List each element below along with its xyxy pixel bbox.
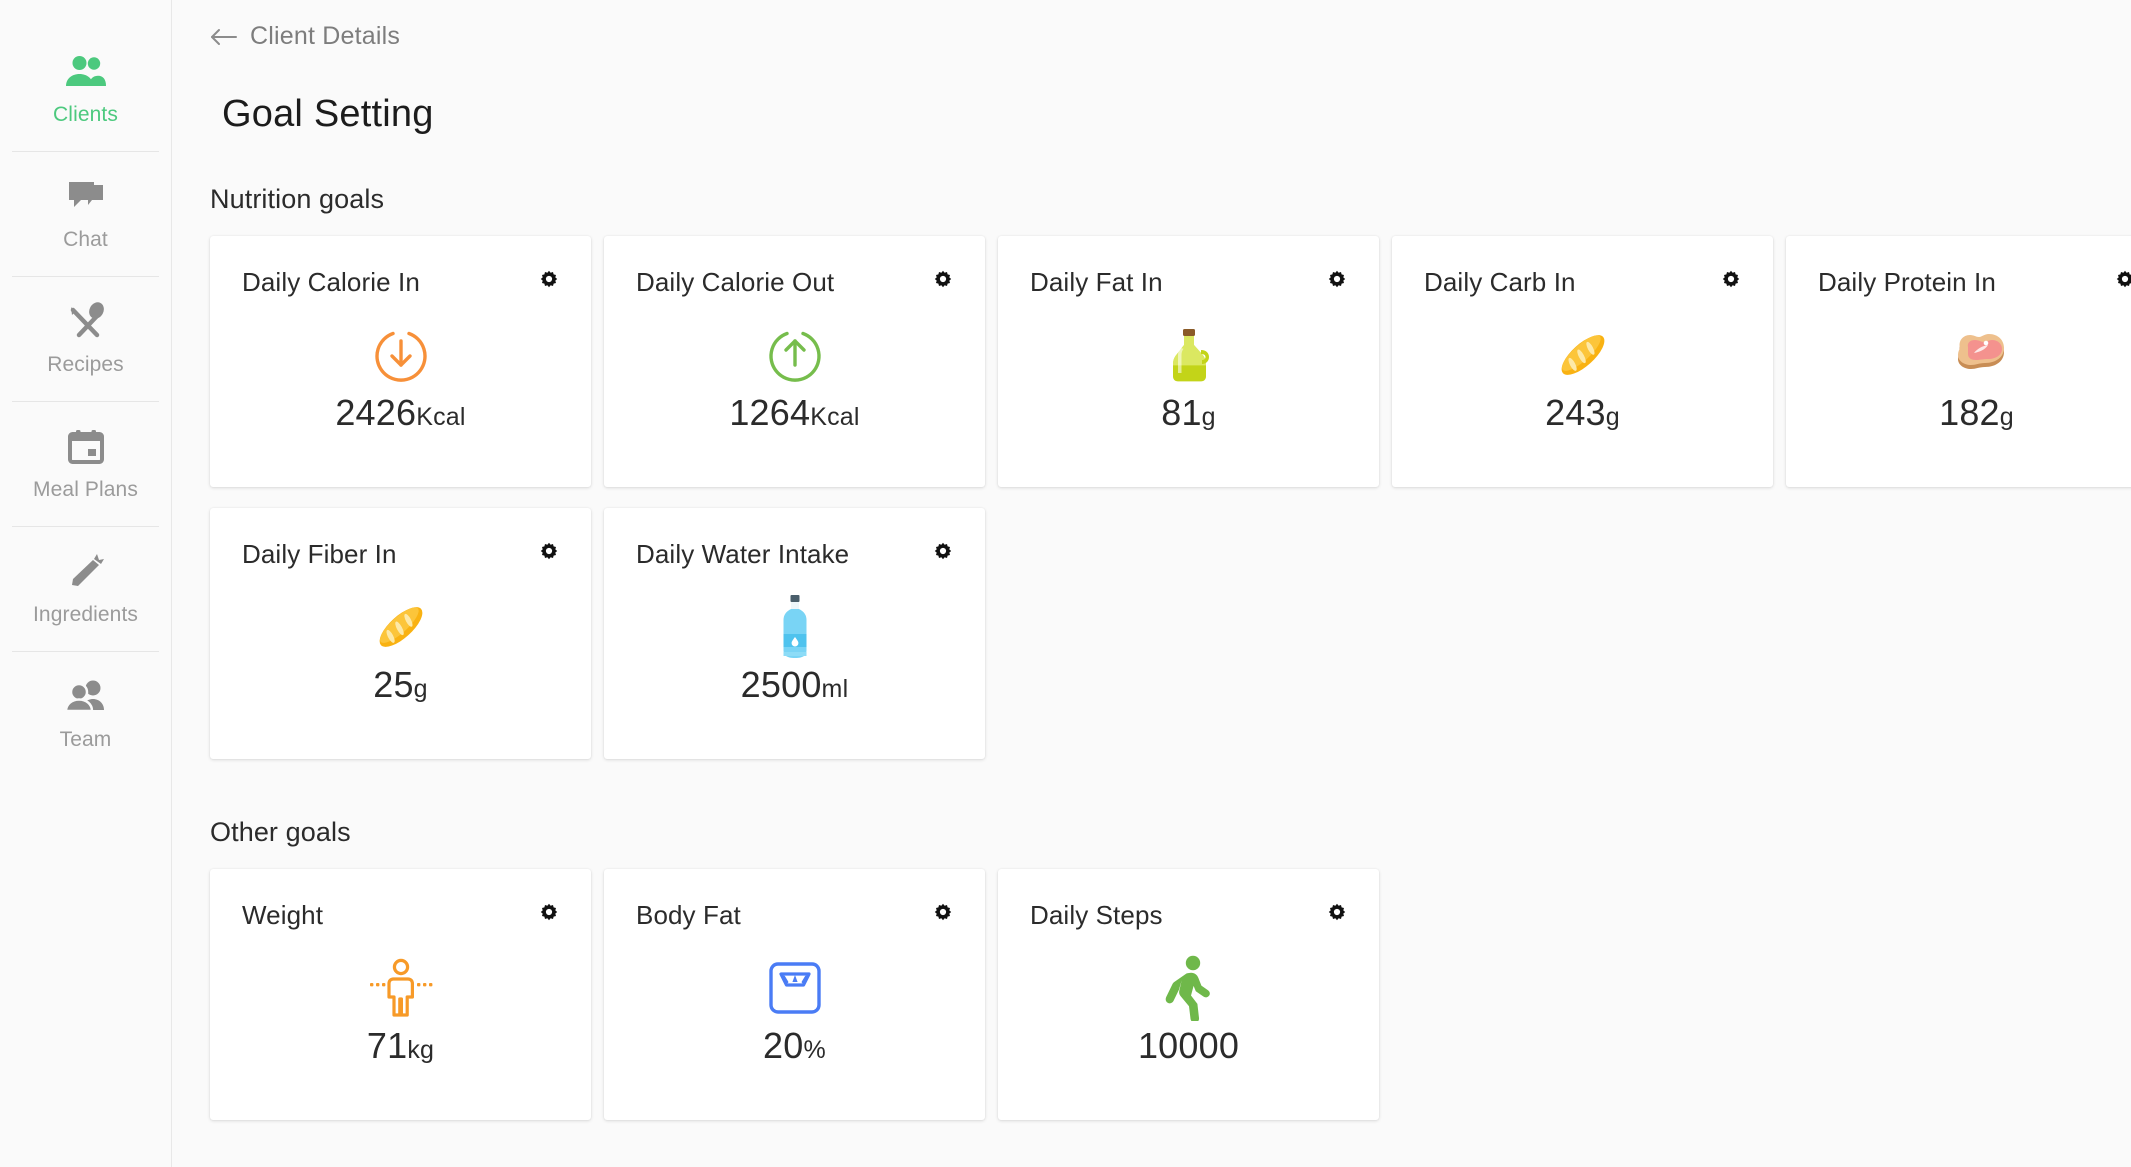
other-goals-heading: Other goals bbox=[210, 817, 351, 847]
card-title: Daily Calorie In bbox=[242, 267, 420, 297]
breadcrumb[interactable]: Client Details bbox=[172, 0, 400, 51]
card-title: Daily Protein In bbox=[1818, 267, 1996, 297]
gear-icon[interactable] bbox=[537, 541, 561, 565]
goal-card-daily-calorie-out[interactable]: Daily Calorie Out 1264 Kcal bbox=[604, 236, 985, 487]
card-value-group: 182 g bbox=[1939, 392, 2014, 434]
bread-baguette-icon bbox=[1554, 324, 1612, 386]
sidebar-item-label: Clients bbox=[53, 103, 118, 126]
nutrition-goals-row-2: Daily Fiber In 25 g Daily Water Intake 2… bbox=[172, 508, 2131, 759]
sidebar-item-team[interactable]: Team bbox=[0, 651, 171, 776]
water-bottle-icon bbox=[780, 594, 810, 658]
card-value-group: 2500 ml bbox=[741, 664, 849, 706]
card-value: 182 bbox=[1939, 391, 2000, 433]
card-title: Daily Steps bbox=[1030, 900, 1163, 930]
card-unit: % bbox=[803, 1035, 826, 1064]
card-value: 243 bbox=[1545, 391, 1606, 433]
card-title: Daily Water Intake bbox=[636, 539, 850, 569]
sidebar-item-label: Meal Plans bbox=[33, 478, 138, 501]
body-measure-icon bbox=[356, 957, 446, 1019]
gear-icon[interactable] bbox=[537, 269, 561, 293]
sidebar-item-label: Ingredients bbox=[32, 603, 138, 626]
goal-card-daily-carb-in[interactable]: Daily Carb In 243 g bbox=[1392, 236, 1773, 487]
team-icon bbox=[64, 675, 108, 719]
sidebar-item-chat[interactable]: Chat bbox=[0, 151, 171, 276]
card-value-group: 1264 Kcal bbox=[729, 392, 859, 434]
sidebar-item-ingredients[interactable]: Ingredients bbox=[0, 526, 171, 651]
card-unit: ml bbox=[821, 674, 849, 703]
card-value: 1264 bbox=[729, 391, 811, 433]
card-unit: kg bbox=[407, 1035, 435, 1064]
card-value-group: 25 g bbox=[373, 664, 428, 706]
card-title: Daily Fiber In bbox=[242, 539, 397, 569]
arrow-up-circle-icon bbox=[767, 324, 823, 386]
card-unit: g bbox=[413, 674, 428, 703]
fork-spoon-icon bbox=[66, 300, 106, 344]
walking-person-icon bbox=[1163, 955, 1215, 1021]
card-unit: Kcal bbox=[810, 402, 860, 431]
card-title: Daily Calorie Out bbox=[636, 267, 835, 297]
card-value-group: 71 kg bbox=[367, 1025, 434, 1067]
card-title: Daily Fat In bbox=[1030, 267, 1163, 297]
gear-icon[interactable] bbox=[1719, 269, 1743, 293]
card-value: 25 bbox=[373, 663, 414, 705]
sidebar-item-clients[interactable]: Clients bbox=[0, 26, 171, 151]
gear-icon[interactable] bbox=[1325, 902, 1349, 926]
goal-card-daily-calorie-in[interactable]: Daily Calorie In 2426 Kcal bbox=[210, 236, 591, 487]
card-value-group: 20 % bbox=[763, 1025, 826, 1067]
gear-icon[interactable] bbox=[2113, 269, 2131, 293]
card-title: Weight bbox=[242, 900, 324, 930]
chat-bubble-icon bbox=[66, 175, 106, 219]
nutrition-goals-heading: Nutrition goals bbox=[210, 184, 385, 214]
goal-card-weight[interactable]: Weight 71 kg bbox=[210, 869, 591, 1120]
card-value: 81 bbox=[1161, 391, 1202, 433]
gear-icon[interactable] bbox=[537, 902, 561, 926]
card-value: 20 bbox=[763, 1024, 804, 1066]
sidebar-item-label: Team bbox=[59, 728, 112, 751]
goal-card-daily-water-intake[interactable]: Daily Water Intake 2500 ml bbox=[604, 508, 985, 759]
gear-icon[interactable] bbox=[931, 541, 955, 565]
card-title: Body Fat bbox=[636, 900, 741, 930]
card-title: Daily Carb In bbox=[1424, 267, 1576, 297]
main-content: Client Details Goal Setting Nutrition go… bbox=[172, 0, 2131, 1167]
goal-card-daily-fat-in[interactable]: Daily Fat In 81 g bbox=[998, 236, 1379, 487]
card-value-group: 81 g bbox=[1161, 392, 1216, 434]
card-value-group: 10000 bbox=[1138, 1025, 1239, 1067]
goal-card-daily-steps[interactable]: Daily Steps 10000 bbox=[998, 869, 1379, 1120]
sidebar-item-label: Recipes bbox=[47, 353, 124, 376]
page-title: Goal Setting bbox=[222, 93, 434, 135]
sidebar-item-recipes[interactable]: Recipes bbox=[0, 276, 171, 401]
nutrition-goals-row-1: Daily Calorie In 2426 Kcal Daily Calorie… bbox=[172, 236, 2131, 487]
people-icon bbox=[64, 50, 108, 94]
bathroom-scale-icon bbox=[765, 957, 825, 1019]
goal-card-daily-fiber-in[interactable]: Daily Fiber In 25 g bbox=[210, 508, 591, 759]
carrot-icon bbox=[66, 550, 106, 594]
goal-card-daily-protein-in[interactable]: Daily Protein In 182 g bbox=[1786, 236, 2131, 487]
breadcrumb-label: Client Details bbox=[250, 22, 401, 50]
sidebar: Clients Chat Recipes Meal Plans Ingredie… bbox=[0, 0, 172, 1167]
sidebar-item-meal-plans[interactable]: Meal Plans bbox=[0, 401, 171, 526]
goal-card-body-fat[interactable]: Body Fat 20 % bbox=[604, 869, 985, 1120]
card-unit: g bbox=[1999, 402, 2014, 431]
card-value: 2426 bbox=[335, 391, 417, 433]
gear-icon[interactable] bbox=[1325, 269, 1349, 293]
card-value-group: 243 g bbox=[1545, 392, 1620, 434]
card-value-group: 2426 Kcal bbox=[335, 392, 465, 434]
card-unit: g bbox=[1201, 402, 1216, 431]
bread-baguette-icon bbox=[372, 596, 430, 658]
card-value: 10000 bbox=[1137, 1024, 1240, 1066]
sidebar-item-label: Chat bbox=[63, 228, 108, 251]
other-goals-row: Weight 71 kg Body Fat 20 % Daily Steps 1… bbox=[172, 869, 2131, 1120]
app-root: Clients Chat Recipes Meal Plans Ingredie… bbox=[0, 0, 2131, 1167]
gear-icon[interactable] bbox=[931, 902, 955, 926]
calendar-icon bbox=[66, 425, 106, 469]
card-unit: g bbox=[1605, 402, 1620, 431]
arrow-down-circle-icon bbox=[373, 324, 429, 386]
card-value: 2500 bbox=[740, 663, 822, 705]
arrow-left-icon[interactable] bbox=[210, 27, 238, 47]
cut-of-meat-icon bbox=[1948, 324, 2006, 386]
card-unit: Kcal bbox=[416, 402, 466, 431]
gear-icon[interactable] bbox=[931, 269, 955, 293]
oil-bottle-icon bbox=[1163, 324, 1215, 386]
card-value: 71 bbox=[366, 1024, 408, 1066]
